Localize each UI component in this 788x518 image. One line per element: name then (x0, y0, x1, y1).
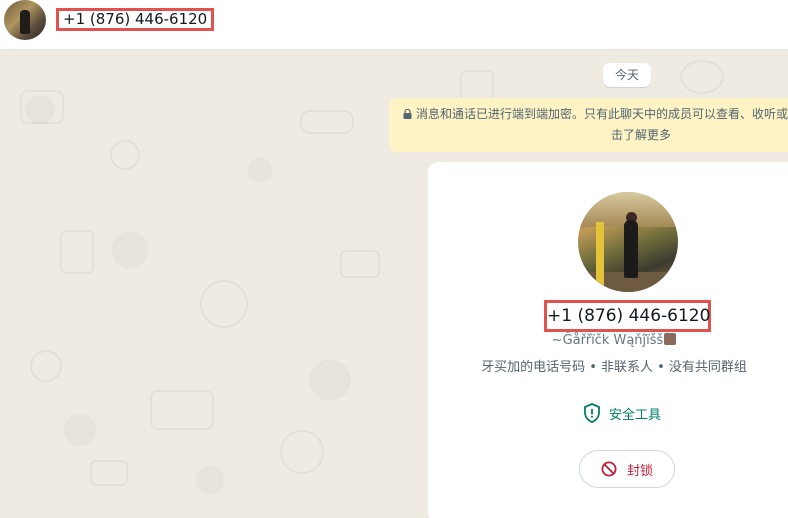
safety-tools-label: 安全工具 (609, 407, 662, 423)
lock-icon (403, 105, 412, 119)
emoji-icon (664, 333, 677, 345)
block-label: 封锁 (626, 463, 653, 479)
encryption-notice-line2[interactable]: 击了解更多 (403, 125, 788, 146)
contact-profile-photo[interactable] (578, 192, 678, 292)
date-chip: 今天 (603, 63, 651, 87)
encryption-notice[interactable]: 消息和通话已进行端到端加密。只有此聊天中的成员可以查看、收听或 击了解更多 (389, 98, 788, 152)
shield-icon (584, 403, 600, 423)
chat-area: 今天 消息和通话已进行端到端加密。只有此聊天中的成员可以查看、收听或 击了解更多… (0, 50, 788, 518)
contact-display-name-text: ~Ĝåřřïčk Wąňĵïšš (551, 333, 664, 348)
card-contact-number: +1 (876) 446-6120 (544, 300, 711, 332)
contact-avatar[interactable] (4, 0, 46, 40)
chat-header: +1 (876) 446-6120 (0, 0, 788, 50)
encryption-notice-line1: 消息和通话已进行端到端加密。只有此聊天中的成员可以查看、收听或 (416, 107, 788, 121)
block-icon (601, 461, 617, 477)
block-button[interactable]: 封锁 (579, 450, 675, 488)
contact-info-card: +1 (876) 446-6120 ~Ĝåřřïčk Wąňĵïšš 牙买加的电… (428, 162, 788, 518)
header-contact-number[interactable]: +1 (876) 446-6120 (56, 8, 215, 31)
safety-tools-button[interactable]: 安全工具 (583, 402, 661, 424)
contact-display-name: ~Ĝåřřïčk Wąňĵïšš (428, 332, 788, 350)
contact-info-line: 牙买加的电话号码 • 非联系人 • 没有共同群组 (481, 360, 747, 375)
